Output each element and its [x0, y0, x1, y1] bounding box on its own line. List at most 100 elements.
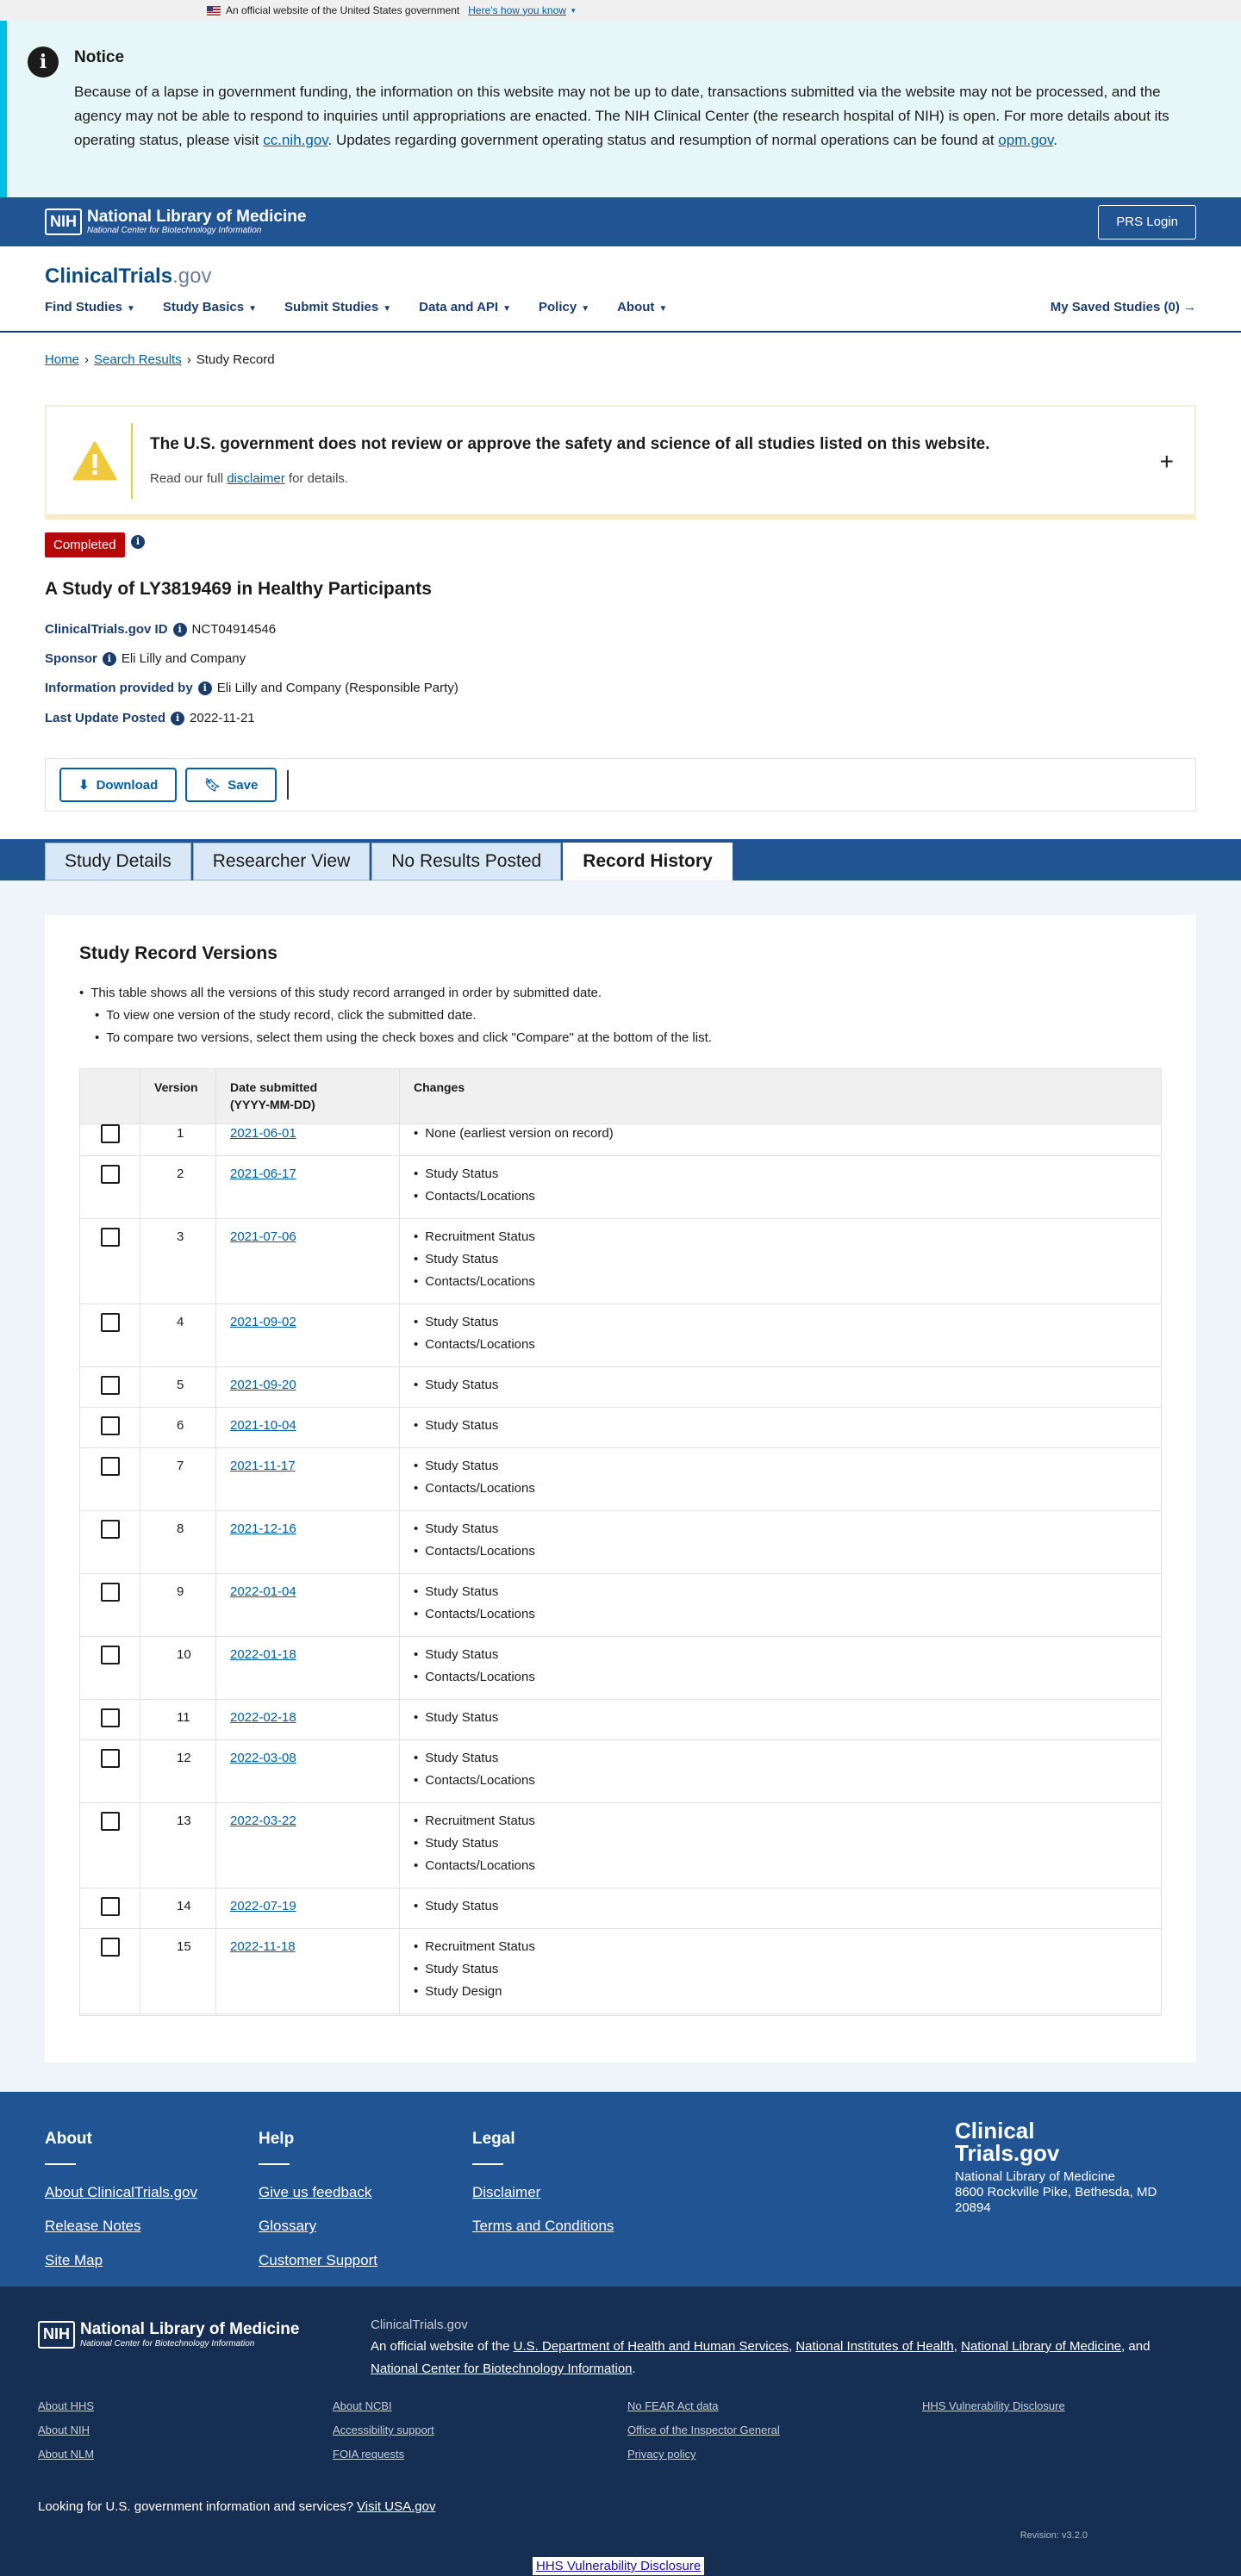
nav-study-basics[interactable]: Study Basics ▼ — [163, 298, 257, 316]
tab-researcher-view[interactable]: Researcher View — [192, 843, 371, 880]
download-button[interactable]: ⬇ Download — [59, 768, 178, 802]
changes-list: Recruitment StatusStudy StatusStudy Desi… — [414, 1936, 1161, 2003]
version-date-link[interactable]: 2021-06-01 — [230, 1126, 296, 1141]
chevron-down-icon: ▼ — [248, 304, 258, 314]
footer-link[interactable]: Accessibility support — [333, 2423, 627, 2438]
heres-how-you-know-link[interactable]: Here's how you know — [468, 3, 566, 18]
opm-link[interactable]: opm.gov — [998, 132, 1053, 148]
compare-checkbox[interactable] — [101, 1124, 120, 1143]
compare-checkbox[interactable] — [101, 1416, 120, 1435]
compare-checkbox[interactable] — [101, 1520, 120, 1539]
footer-link[interactable]: About NCBI — [333, 2399, 627, 2414]
tab-record-history[interactable]: Record History — [563, 843, 733, 880]
change-item: Contacts/Locations — [414, 1603, 1161, 1626]
compare-checkbox[interactable] — [101, 1165, 120, 1184]
download-icon: ⬇ — [78, 778, 90, 793]
info-icon[interactable]: i — [172, 622, 187, 637]
change-item: Study Status — [414, 1374, 1161, 1397]
version-number: 1 — [140, 1116, 216, 1155]
footer-link[interactable]: Release Notes — [45, 2216, 197, 2237]
version-date-link[interactable]: 2022-02-18 — [230, 1710, 296, 1725]
version-date-link[interactable]: 2021-06-17 — [230, 1167, 296, 1181]
footer-link[interactable]: Privacy policy — [627, 2447, 922, 2462]
footer-link[interactable]: FOIA requests — [333, 2447, 627, 2462]
nav-data-api[interactable]: Data and API ▼ — [419, 298, 511, 316]
nav-submit-studies[interactable]: Submit Studies ▼ — [284, 298, 391, 316]
nih-link[interactable]: National Institutes of Health — [795, 2339, 953, 2354]
info-icon[interactable]: i — [171, 711, 185, 725]
breadcrumb-search-results[interactable]: Search Results — [94, 351, 182, 369]
footer-link[interactable]: Site Map — [45, 2250, 197, 2271]
footer-link[interactable]: No FEAR Act data — [627, 2399, 922, 2414]
compare-checkbox[interactable] — [101, 1812, 120, 1831]
info-icon[interactable]: i — [131, 535, 145, 549]
sponsor-row: Sponsor i Eli Lilly and Company — [45, 651, 246, 666]
my-saved-studies-link[interactable]: My Saved Studies (0) → — [1051, 298, 1196, 316]
version-date-link[interactable]: 2022-01-04 — [230, 1584, 296, 1599]
prs-login-button[interactable]: PRS Login — [1098, 204, 1196, 240]
tab-study-details[interactable]: Study Details — [45, 843, 191, 880]
info-provided-value: Eli Lilly and Company (Responsible Party… — [216, 681, 458, 695]
hhs-link[interactable]: U.S. Department of Health and Human Serv… — [514, 2339, 789, 2354]
version-date-link[interactable]: 2021-09-20 — [230, 1378, 296, 1392]
expand-plus-icon[interactable]: + — [1160, 445, 1174, 478]
compare-checkbox[interactable] — [101, 1708, 120, 1727]
version-date-link[interactable]: 2022-11-18 — [230, 1939, 296, 1954]
footer-link[interactable]: About ClinicalTrials.gov — [45, 2182, 197, 2203]
table-row: 11 2022-02-18 Study Status — [80, 1700, 1161, 1740]
version-date-link[interactable]: 2021-12-16 — [230, 1521, 296, 1536]
version-date-link[interactable]: 2022-01-18 — [230, 1647, 296, 1662]
compare-checkbox[interactable] — [101, 1228, 120, 1247]
footer-gov-links: About HHS About NCBI No FEAR Act data HH… — [38, 2399, 1217, 2463]
footer-nlm-logo[interactable]: NIH National Library of Medicine National… — [38, 2320, 299, 2349]
versions-table: Version Date submitted (YYYY-MM-DD) Chang… — [79, 1068, 1162, 2016]
chevron-down-icon: ▼ — [581, 304, 590, 314]
nlm-logo[interactable]: NIH National Library of Medicine National… — [45, 208, 306, 235]
hhs-vulnerability-link[interactable]: HHS Vulnerability Disclosure — [533, 2557, 705, 2575]
compare-checkbox[interactable] — [101, 1897, 120, 1916]
chevron-down-icon: ▾ — [571, 5, 576, 15]
us-flag-icon — [207, 5, 221, 16]
info-icon[interactable]: i — [102, 651, 116, 666]
disclaimer-link[interactable]: disclaimer — [227, 471, 285, 486]
version-date-link[interactable]: 2022-07-19 — [230, 1899, 296, 1913]
version-date-link[interactable]: 2021-07-06 — [230, 1229, 296, 1244]
ncbi-link[interactable]: National Center for Biotechnology Inform… — [371, 2361, 633, 2376]
footer-link[interactable]: Customer Support — [259, 2250, 377, 2271]
compare-checkbox[interactable] — [101, 1749, 120, 1768]
save-button[interactable]: 🔖︎ Save — [185, 768, 278, 802]
version-date-link[interactable]: 2021-09-02 — [230, 1315, 296, 1329]
footer-link[interactable]: Terms and Conditions — [472, 2216, 614, 2237]
footer-link[interactable]: About NIH — [38, 2423, 333, 2438]
nav-policy[interactable]: Policy ▼ — [539, 298, 589, 316]
version-date-link[interactable]: 2022-03-08 — [230, 1751, 296, 1765]
footer-link[interactable]: About NLM — [38, 2447, 333, 2462]
site-logo[interactable]: ClinicalTrials.gov — [45, 262, 211, 291]
footer-link[interactable]: Give us feedback — [259, 2182, 377, 2203]
tab-no-results-posted[interactable]: No Results Posted — [371, 843, 562, 880]
compare-checkbox[interactable] — [101, 1646, 120, 1664]
footer-link[interactable]: Glossary — [259, 2216, 377, 2237]
change-item: Study Status — [414, 1311, 1161, 1334]
footer-link[interactable]: Disclaimer — [472, 2182, 614, 2203]
version-date-link[interactable]: 2021-10-04 — [230, 1418, 296, 1433]
compare-checkbox[interactable] — [101, 1457, 120, 1476]
footer-link[interactable]: Office of the Inspector General — [627, 2423, 922, 2438]
usa-gov-link[interactable]: Visit USA.gov — [357, 2499, 435, 2514]
nlm-link[interactable]: National Library of Medicine — [961, 2339, 1121, 2354]
footer-link[interactable]: About HHS — [38, 2399, 333, 2414]
breadcrumb-home[interactable]: Home — [45, 351, 79, 369]
cc-nih-link[interactable]: cc.nih.gov — [263, 132, 327, 148]
version-date-link[interactable]: 2021-11-17 — [230, 1459, 296, 1473]
footer-link[interactable]: HHS Vulnerability Disclosure — [922, 2399, 1217, 2414]
changes-list: Recruitment StatusStudy StatusContacts/L… — [414, 1810, 1161, 1877]
compare-checkbox[interactable] — [101, 1938, 120, 1957]
compare-checkbox[interactable] — [101, 1376, 120, 1395]
compare-checkbox[interactable] — [101, 1583, 120, 1602]
compare-checkbox[interactable] — [101, 1313, 120, 1332]
info-icon[interactable]: i — [197, 681, 212, 695]
nav-about[interactable]: About ▼ — [617, 298, 667, 316]
nav-find-studies[interactable]: Find Studies ▼ — [45, 298, 135, 316]
table-row: 6 2021-10-04 Study Status — [80, 1408, 1161, 1448]
version-date-link[interactable]: 2022-03-22 — [230, 1814, 296, 1828]
